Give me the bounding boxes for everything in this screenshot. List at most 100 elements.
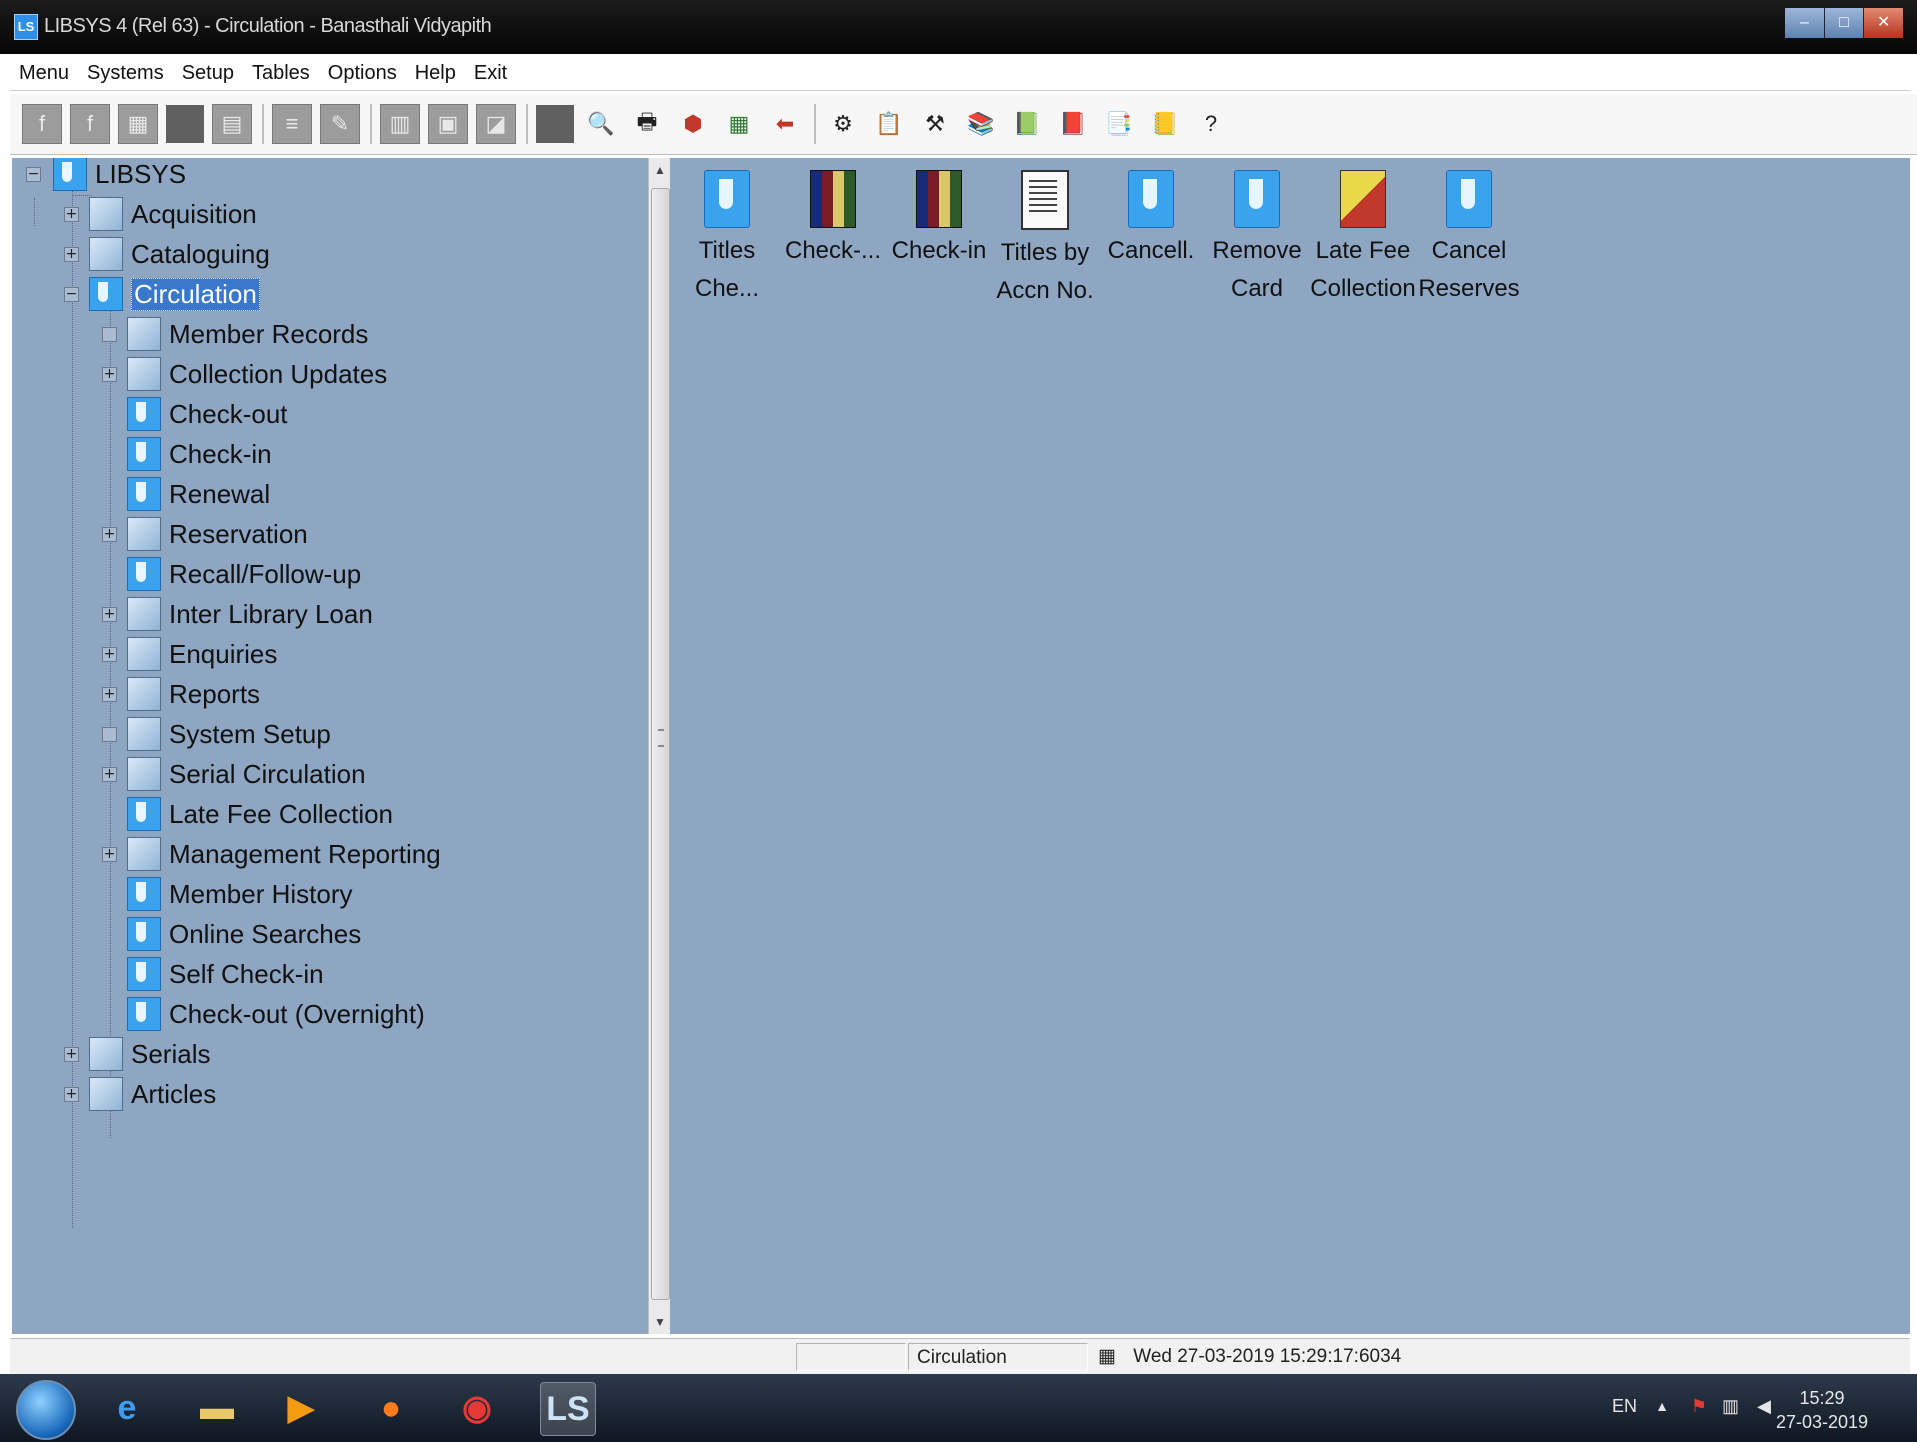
- tree-item-reports[interactable]: + Reports: [102, 674, 260, 714]
- start-button[interactable]: [16, 1380, 76, 1440]
- expand-icon[interactable]: +: [64, 246, 79, 262]
- expand-icon[interactable]: +: [64, 1046, 79, 1062]
- tree-item-recall-follow-up[interactable]: Recall/Follow-up: [127, 554, 361, 594]
- expand-icon[interactable]: [102, 326, 117, 342]
- f-icon[interactable]: f: [70, 104, 110, 144]
- tool-icon[interactable]: ⚒: [916, 105, 954, 143]
- remove-card-shortcut[interactable]: Remove Card: [1204, 170, 1310, 308]
- clock[interactable]: 15:29 27-03-2019: [1767, 1386, 1877, 1434]
- expand-icon[interactable]: +: [64, 206, 79, 222]
- tree-item-check-out-overnight[interactable]: Check-out (Overnight): [127, 994, 425, 1034]
- tree-item-member-records[interactable]: Member Records: [102, 314, 368, 354]
- form-icon[interactable]: ▣: [428, 104, 468, 144]
- menu-tables[interactable]: Tables: [243, 62, 319, 85]
- tree-root[interactable]: − LIBSYS: [26, 158, 186, 194]
- firefox-icon[interactable]: ●: [364, 1382, 418, 1434]
- titles-by-accn-shortcut[interactable]: Titles by Accn No.: [992, 170, 1098, 310]
- tree-item-late-fee-collection[interactable]: Late Fee Collection: [127, 794, 393, 834]
- stop-icon[interactable]: ⬢: [674, 105, 712, 143]
- tree-item-reservation[interactable]: + Reservation: [102, 514, 308, 554]
- calc-icon[interactable]: ▦: [118, 104, 158, 144]
- check-in-shortcut[interactable]: Check-in: [886, 170, 992, 270]
- collapse-icon[interactable]: −: [26, 166, 41, 182]
- tool-icon[interactable]: ⚙: [824, 105, 862, 143]
- tree-item-cataloguing[interactable]: + Cataloguing: [64, 234, 270, 274]
- close-button[interactable]: ✕: [1864, 8, 1904, 38]
- back-arrow-icon[interactable]: ⬅: [766, 105, 804, 143]
- titles-checkout-shortcut[interactable]: Titles Che...: [674, 170, 780, 308]
- tree-scrollbar[interactable]: ▲ ▼: [648, 158, 671, 1334]
- tool-icon[interactable]: 📚: [962, 105, 1000, 143]
- check-out-shortcut[interactable]: Check-...: [780, 170, 886, 270]
- menu-menu[interactable]: Menu: [10, 62, 78, 85]
- tree-item-inter-library-loan[interactable]: + Inter Library Loan: [102, 594, 373, 634]
- edit-icon[interactable]: ✎: [320, 104, 360, 144]
- tree-item-member-history[interactable]: Member History: [127, 874, 352, 914]
- tool-icon[interactable]: 📋: [870, 105, 908, 143]
- libsys-icon[interactable]: LS: [540, 1382, 596, 1436]
- ie-icon[interactable]: e: [100, 1382, 154, 1434]
- scroll-thumb[interactable]: [651, 188, 670, 1300]
- expand-icon[interactable]: +: [102, 526, 117, 542]
- tool-icon[interactable]: 📒: [1146, 105, 1184, 143]
- blank-icon[interactable]: [536, 105, 574, 143]
- blank-icon[interactable]: [166, 105, 204, 143]
- menu-options[interactable]: Options: [319, 62, 406, 85]
- late-fee-collection-shortcut[interactable]: Late Fee Collection: [1310, 170, 1416, 308]
- tree-item-serials[interactable]: + Serials: [64, 1034, 210, 1074]
- media-icon[interactable]: ▶: [274, 1382, 328, 1434]
- record-icon[interactable]: ▥: [380, 104, 420, 144]
- tool-icon[interactable]: 📗: [1008, 105, 1046, 143]
- tree-item-collection-updates[interactable]: + Collection Updates: [102, 354, 387, 394]
- print-icon[interactable]: 🖶: [628, 105, 666, 143]
- tree-item-enquiries[interactable]: + Enquiries: [102, 634, 277, 674]
- tree-item-circulation[interactable]: − Circulation: [64, 274, 260, 314]
- search-icon[interactable]: 🔍: [582, 105, 620, 143]
- expand-icon[interactable]: [102, 726, 117, 742]
- tool-icon[interactable]: 📕: [1054, 105, 1092, 143]
- tree-item-system-setup[interactable]: System Setup: [102, 714, 331, 754]
- tree-item-management-reporting[interactable]: + Management Reporting: [102, 834, 441, 874]
- flag-icon[interactable]: ⚑: [1691, 1396, 1707, 1417]
- tool-icon[interactable]: 📑: [1100, 105, 1138, 143]
- network-icon[interactable]: ▥: [1722, 1396, 1739, 1417]
- menu-setup[interactable]: Setup: [173, 62, 243, 85]
- cancel-shortcut[interactable]: Cancell.: [1098, 170, 1204, 270]
- expand-icon[interactable]: +: [64, 1086, 79, 1102]
- menu-help[interactable]: Help: [406, 62, 465, 85]
- tree-item-check-in[interactable]: Check-in: [127, 434, 272, 474]
- scroll-up-icon[interactable]: ▲: [649, 160, 671, 180]
- help-icon[interactable]: ?: [1192, 105, 1230, 143]
- tree-item-acquisition[interactable]: + Acquisition: [64, 194, 257, 234]
- expand-icon[interactable]: +: [102, 846, 117, 862]
- spreadsheet-icon[interactable]: ▦: [720, 105, 758, 143]
- libsys-icon: [127, 877, 161, 911]
- language-indicator[interactable]: EN: [1612, 1396, 1637, 1417]
- check-icon[interactable]: ◪: [476, 104, 516, 144]
- libsys-icon: [127, 557, 161, 591]
- maximize-button[interactable]: □: [1824, 8, 1865, 38]
- menu-systems[interactable]: Systems: [78, 62, 173, 85]
- tree-item-articles[interactable]: + Articles: [64, 1074, 216, 1114]
- scroll-down-icon[interactable]: ▼: [649, 1312, 671, 1332]
- expand-icon[interactable]: +: [102, 366, 117, 382]
- expand-icon[interactable]: +: [102, 686, 117, 702]
- show-hidden-icons-icon[interactable]: ▲: [1655, 1398, 1669, 1414]
- expand-icon[interactable]: +: [102, 606, 117, 622]
- cancel-reserves-shortcut[interactable]: Cancel Reserves: [1416, 170, 1522, 308]
- list-icon[interactable]: ≡: [272, 104, 312, 144]
- tree-item-self-check-in[interactable]: Self Check-in: [127, 954, 324, 994]
- folder-icon[interactable]: ▬: [190, 1382, 244, 1434]
- tree-item-check-out[interactable]: Check-out: [127, 394, 288, 434]
- menu-exit[interactable]: Exit: [465, 62, 516, 85]
- tree-item-online-searches[interactable]: Online Searches: [127, 914, 361, 954]
- tree-item-renewal[interactable]: Renewal: [127, 474, 270, 514]
- expand-icon[interactable]: +: [102, 646, 117, 662]
- calendar-icon[interactable]: ▤: [212, 104, 252, 144]
- collapse-icon[interactable]: −: [64, 286, 79, 302]
- minimize-button[interactable]: –: [1785, 8, 1825, 38]
- f-icon[interactable]: f: [22, 104, 62, 144]
- tree-item-serial-circulation[interactable]: + Serial Circulation: [102, 754, 366, 794]
- expand-icon[interactable]: +: [102, 766, 117, 782]
- chrome-icon[interactable]: ◉: [450, 1382, 504, 1434]
